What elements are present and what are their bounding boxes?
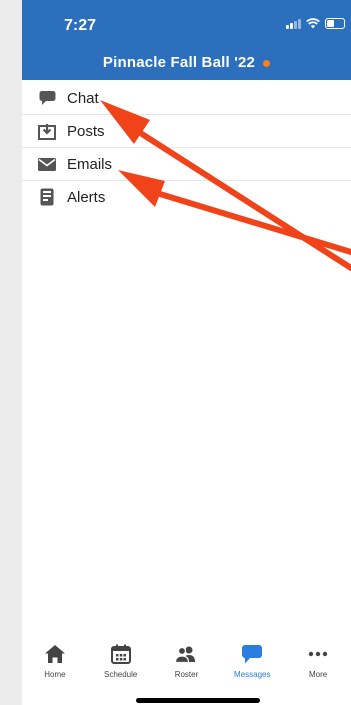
menu-item-emails[interactable]: Emails [22, 148, 351, 181]
alerts-icon [38, 188, 56, 206]
status-icons [286, 18, 345, 29]
tab-more[interactable]: More [288, 642, 348, 687]
status-time: 7:27 [64, 17, 97, 34]
menu-item-label: Posts [67, 122, 105, 140]
menu-item-label: Chat [67, 89, 99, 107]
phone-screen: 7:27 Pinnacle Fall Ball '22 Chat Posts E… [22, 0, 351, 705]
menu-item-chat[interactable]: Chat [22, 82, 351, 115]
app-header: 7:27 Pinnacle Fall Ball '22 [22, 0, 351, 80]
chat-bubble-icon [38, 89, 56, 107]
menu-item-label: Alerts [67, 188, 106, 206]
tab-messages[interactable]: Messages [222, 642, 282, 687]
battery-icon [325, 18, 345, 29]
tab-label: Schedule [104, 670, 138, 679]
menu-item-alerts[interactable]: Alerts [22, 181, 351, 213]
wifi-icon [306, 18, 320, 29]
menu-item-posts[interactable]: Posts [22, 115, 351, 148]
menu-item-label: Emails [67, 155, 113, 173]
calendar-icon [110, 642, 131, 666]
more-dots-icon [308, 642, 328, 666]
envelope-icon [38, 155, 56, 173]
tab-label: Messages [234, 670, 271, 679]
tab-label: Home [44, 670, 66, 679]
home-indicator [136, 698, 260, 703]
tab-schedule[interactable]: Schedule [91, 642, 151, 687]
unread-dot [263, 59, 271, 67]
tab-home[interactable]: Home [25, 642, 85, 687]
tab-label: More [308, 670, 328, 679]
home-icon [44, 642, 66, 666]
posts-icon [38, 122, 56, 140]
people-icon [174, 642, 198, 666]
tab-bar: Home Schedule Roster Messages More [22, 642, 351, 687]
tab-roster[interactable]: Roster [156, 642, 216, 687]
page-title: Pinnacle Fall Ball '22 [22, 54, 351, 71]
message-bubble-icon [241, 642, 263, 666]
team-name: Pinnacle Fall Ball '22 [102, 54, 256, 71]
signal-icon [286, 18, 301, 29]
messages-menu: Chat Posts Emails Alerts [22, 82, 351, 213]
tab-label: Roster [174, 670, 199, 679]
